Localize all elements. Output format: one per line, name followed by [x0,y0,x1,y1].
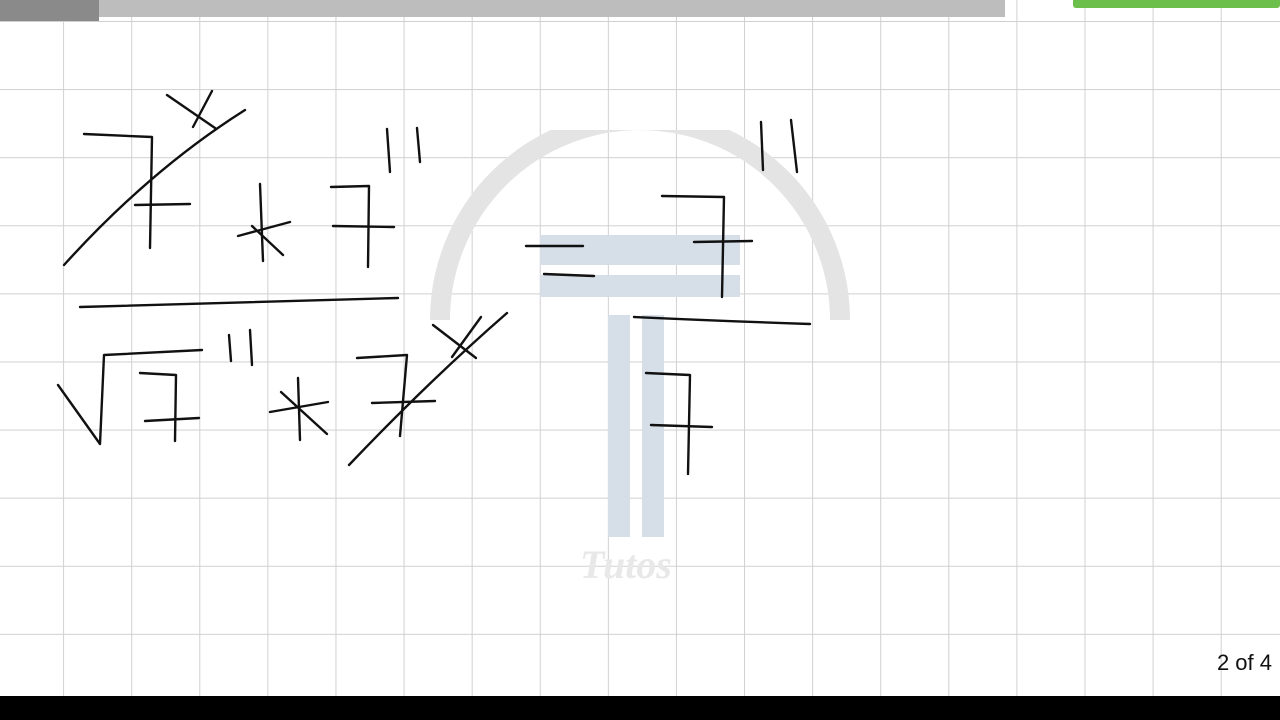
ink-mult-a-2 [236,220,292,238]
ink-mult-a-1 [258,182,265,263]
ink-eleven-b-1 [227,333,233,363]
ink-sqrt [56,348,204,446]
ink-mult-b-3 [279,390,329,436]
ink-eleven-a-2 [415,126,422,164]
ink-seven-crossbar [133,202,192,207]
ink-seven-4 [355,353,409,438]
ink-strike-line-2 [347,311,509,467]
ink-eleven-b-2 [248,328,254,367]
system-navigation-bar [0,696,1280,720]
ink-seven-4-bar [370,399,437,405]
page-indicator: 2 of 4 [1216,650,1272,675]
ink-fraction-bar [78,296,400,309]
ink-seven-2-bar [331,224,396,229]
ink-seven-6-bar [649,423,714,429]
ink-seven-top [82,132,154,250]
ink-equals-bottom [542,272,596,278]
ink-seven-3 [138,371,178,443]
ink-seven-6 [644,371,692,476]
ink-seven-5-bar [692,239,754,244]
ink-seven-3-bar [143,416,201,423]
ink-result-bar [632,315,812,326]
ink-mult-a-3 [250,224,285,257]
ink-eleven-c-1 [759,120,765,172]
ink-eleven-c-2 [789,118,799,174]
whiteboard-app: Tutos 2 of 4 [0,0,1280,720]
ink-exp-x-b [191,89,214,129]
handwritten-ink-layer [56,89,812,476]
ink-seven-5 [660,194,726,299]
ink-eleven-a-1 [385,127,392,174]
